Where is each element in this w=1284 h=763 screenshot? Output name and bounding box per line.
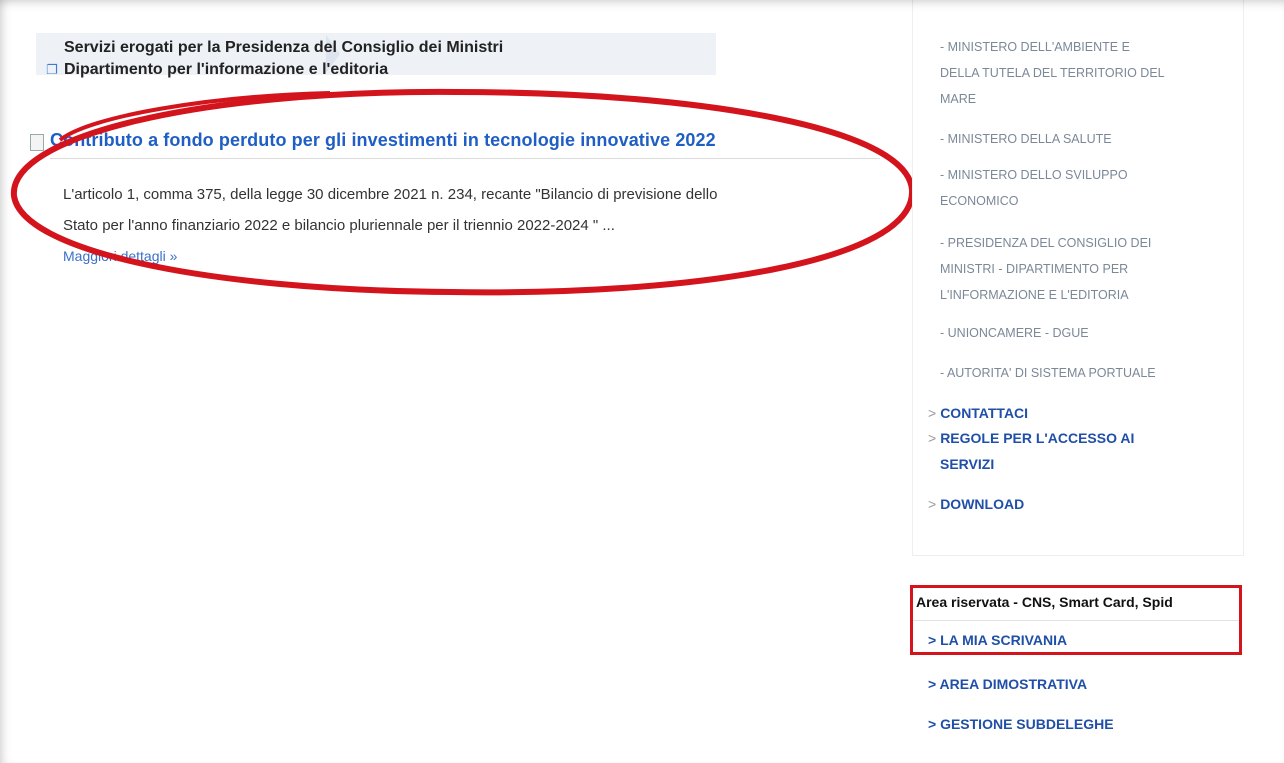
ministry-label: DELLA TUTELA DEL TERRITORIO DEL [940, 66, 1165, 80]
chevron-right-icon: > [928, 430, 937, 446]
ministry-label: MARE [940, 92, 977, 106]
contact-link[interactable]: > CONTATTACI [928, 400, 1028, 426]
sidebar-item-ministero-sviluppo[interactable]: - MINISTERO DELLO SVILUPPO ECONOMICO [940, 162, 1240, 214]
reserved-area-title: Area riservata - CNS, Smart Card, Spid [916, 594, 1173, 610]
access-rules-link[interactable]: > REGOLE PER L'ACCESSO AI SERVIZI [928, 425, 1134, 477]
contact-link-label: CONTATTACI [940, 405, 1029, 421]
ministry-label: - PRESIDENZA DEL CONSIGLIO DEI [940, 236, 1152, 250]
access-rules-label: REGOLE PER L'ACCESSO AI [940, 430, 1135, 446]
my-desk-link[interactable]: > LA MIA SCRIVANIA [928, 632, 1067, 648]
ministry-label: - MINISTERO DELL'AMBIENTE E [940, 40, 1130, 54]
subdelegations-link[interactable]: > GESTIONE SUBDELEGHE [928, 716, 1114, 732]
chevron-right-icon: > [928, 405, 937, 421]
sidebar-item-ministero-salute[interactable]: - MINISTERO DELLA SALUTE [940, 126, 1240, 152]
sidebar-item-autorita-portuale[interactable]: - AUTORITA' DI SISTEMA PORTUALE [940, 360, 1240, 386]
sidebar-item-unioncamere[interactable]: - UNIONCAMERE - DGUE [940, 320, 1240, 346]
download-link[interactable]: > DOWNLOAD [928, 491, 1024, 517]
reserved-area-divider [913, 620, 1239, 621]
access-rules-label: SERVIZI [940, 456, 995, 472]
sidebar-item-presidenza-consiglio[interactable]: - PRESIDENZA DEL CONSIGLIO DEI MINISTRI … [940, 230, 1240, 308]
sidebar-item-ministero-ambiente[interactable]: - MINISTERO DELL'AMBIENTE E DELLA TUTELA… [940, 34, 1240, 112]
annotation-ellipse-stroke [10, 88, 916, 296]
ministry-label: L'INFORMAZIONE E L'EDITORIA [940, 288, 1129, 302]
chevron-right-icon: > [928, 496, 937, 512]
ministry-label: - UNIONCAMERE - DGUE [940, 326, 1089, 340]
download-link-label: DOWNLOAD [940, 496, 1025, 512]
ministry-label: - MINISTERO DELLO SVILUPPO [940, 168, 1128, 182]
ministry-label: - MINISTERO DELLA SALUTE [940, 132, 1112, 146]
ministry-label: MINISTRI - DIPARTIMENTO PER [940, 262, 1129, 276]
demo-area-link[interactable]: > AREA DIMOSTRATIVA [928, 676, 1087, 692]
ministry-label: - AUTORITA' DI SISTEMA PORTUALE [940, 366, 1156, 380]
ministry-label: ECONOMICO [940, 194, 1019, 208]
